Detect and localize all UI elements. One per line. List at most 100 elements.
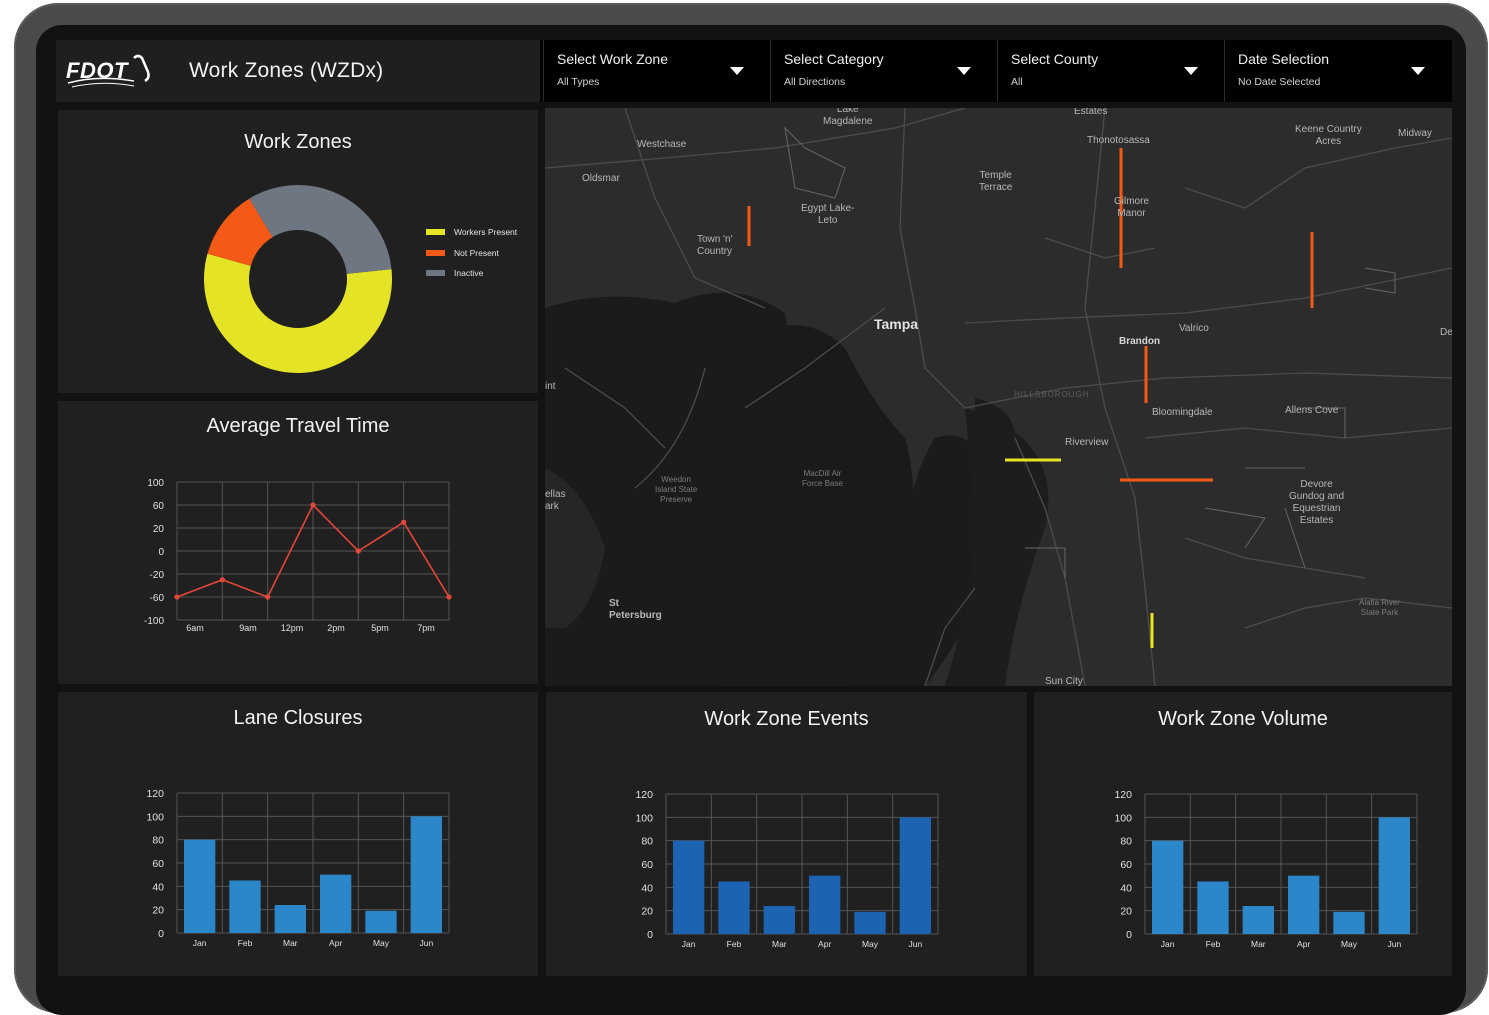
y-tick-label: 0 [647, 929, 653, 941]
data-point [446, 594, 452, 600]
legend-label: Not Present [454, 247, 499, 258]
x-tick-label: Apr [818, 939, 831, 949]
data-point [174, 594, 180, 600]
y-tick-label: 20 [153, 524, 165, 535]
x-tick-label: 9am [239, 623, 257, 633]
y-tick-label: 120 [146, 788, 164, 800]
date-dropdown-value: No Date Selected [1238, 76, 1321, 88]
y-tick-label: 60 [1120, 859, 1132, 871]
data-point [401, 519, 407, 525]
map-label-ellas: ellas ark [545, 489, 566, 512]
y-tick-label: 40 [1120, 882, 1132, 894]
fdot-logo: FDOT [66, 54, 150, 88]
y-tick-label: 40 [152, 881, 164, 893]
map-label-de: De [1440, 327, 1452, 338]
work-zone-volume-title: Work Zone Volume [1158, 708, 1328, 730]
map-canvas [545, 108, 1452, 686]
map-label-town-n-country: Town 'n' Country [697, 234, 733, 257]
date-dropdown[interactable]: Date Selection No Date Selected [1224, 40, 1450, 102]
map-label-int: int [545, 381, 556, 392]
lane-closures-bar-chart: 120 100 80 60 40 20 0 Jan Feb Mar Apr May Jun [146, 788, 450, 948]
x-tick-label: Mar [1251, 939, 1266, 949]
map-label-westchase: Westchase [637, 139, 687, 150]
y-tick-label: 80 [641, 836, 653, 848]
bar-jan [184, 839, 216, 933]
map-label-temple-terrace: Temple Terrace [979, 170, 1013, 193]
y-tick-label: 20 [641, 906, 653, 918]
x-tick-label: Mar [772, 939, 787, 949]
legend-swatch [426, 229, 445, 236]
brand-header: FDOT Work Zones (WZDx) [56, 40, 540, 102]
y-tick-label: 40 [641, 882, 653, 894]
x-tick-label: 2pm [327, 623, 345, 633]
lane-closures-title: Lane Closures [233, 707, 363, 729]
bar-jan [1152, 840, 1184, 934]
legend-item-workers-present: Workers Present [426, 222, 517, 243]
x-tick-label: 6am [186, 623, 204, 633]
county-dropdown-value: All [1011, 76, 1023, 88]
legend-swatch [426, 249, 445, 256]
x-tick-label: May [862, 939, 879, 949]
map-label-thonotosassa: Thonotosassa [1087, 135, 1150, 146]
y-tick-label: 80 [152, 835, 164, 847]
bar-apr [320, 874, 352, 933]
work-zone-events-title: Work Zone Events [704, 708, 869, 730]
y-tick-label: 60 [152, 858, 164, 870]
x-tick-label: Apr [329, 938, 342, 948]
x-tick-label: 5pm [371, 623, 389, 633]
work-zones-title: Work Zones [244, 131, 352, 153]
map-label-valrico: Valrico [1179, 323, 1209, 334]
y-tick-label: 100 [635, 812, 653, 824]
work-zone-dropdown-value: All Types [557, 76, 600, 88]
map-label-lake-magdalene: Lake Magdalene [823, 108, 873, 127]
map-label-allens-cove: Allens Cove [1285, 405, 1339, 416]
y-tick-label: 80 [1120, 836, 1132, 848]
y-tick-label: 0 [158, 547, 164, 558]
y-tick-label: -20 [150, 570, 165, 581]
work-zone-events-bar-chart: 120 100 80 60 40 20 0 Jan Feb Mar Apr May Jun [635, 789, 939, 949]
work-zone-volume-bar-chart: 120 100 80 60 40 20 0 Jan Feb Mar Apr May Jun [1114, 789, 1418, 949]
bar-may [365, 910, 397, 933]
map-label-bloomingdale: Bloomingdale [1152, 407, 1213, 418]
x-tick-label: Apr [1297, 939, 1310, 949]
category-dropdown[interactable]: Select Category All Directions [770, 40, 996, 102]
county-dropdown[interactable]: Select County All [997, 40, 1223, 102]
y-tick-label: 0 [1126, 929, 1132, 941]
map-label-brandon: Brandon [1119, 336, 1161, 347]
x-tick-label: Jun [1387, 939, 1401, 949]
map-label-keene-country: Keene Country Acres [1295, 124, 1362, 147]
bar-may [854, 911, 886, 934]
chevron-down-icon [1411, 67, 1425, 75]
work-zone-dropdown[interactable]: Select Work Zone All Types [543, 40, 769, 102]
y-tick-label: 120 [1114, 789, 1132, 801]
chevron-down-icon [730, 67, 744, 75]
bar-mar [1242, 906, 1274, 934]
bar-feb [718, 881, 750, 934]
bar-jun [410, 816, 442, 933]
x-tick-label: Mar [283, 938, 298, 948]
map-label-macdill: MacDill Air Force Base [802, 469, 843, 488]
map-label-tampa: Tampa [874, 316, 919, 332]
data-point [265, 594, 271, 600]
x-tick-label: 7pm [417, 623, 435, 633]
map-label-egypt-lake: Egypt Lake- Leto [801, 203, 855, 226]
y-tick-label: 120 [635, 789, 653, 801]
category-dropdown-label: Select Category [784, 51, 884, 67]
donut-slice-inactive [249, 185, 392, 274]
chevron-down-icon [957, 67, 971, 75]
work-zone-map[interactable]: Tampa St Petersburg Brandon Valrico Rive… [545, 108, 1452, 686]
map-label-devore: Devore Gundog and Equestrian Estates [1289, 479, 1345, 526]
x-tick-label: Feb [727, 939, 742, 949]
bar-apr [1288, 875, 1320, 934]
category-dropdown-value: All Directions [784, 76, 846, 88]
x-tick-label: Jan [682, 939, 696, 949]
y-tick-label: 100 [1114, 812, 1132, 824]
y-tick-label: -60 [150, 593, 165, 604]
x-tick-label: Jan [193, 938, 207, 948]
work-zones-legend: Workers Present Not Present Inactive [426, 222, 517, 284]
y-tick-label: 20 [1120, 906, 1132, 918]
legend-label: Workers Present [454, 227, 518, 238]
map-label-gilmore-manor: Gilmore Manor [1114, 196, 1150, 219]
work-zone-dropdown-label: Select Work Zone [557, 51, 669, 67]
bar-mar [274, 905, 306, 933]
